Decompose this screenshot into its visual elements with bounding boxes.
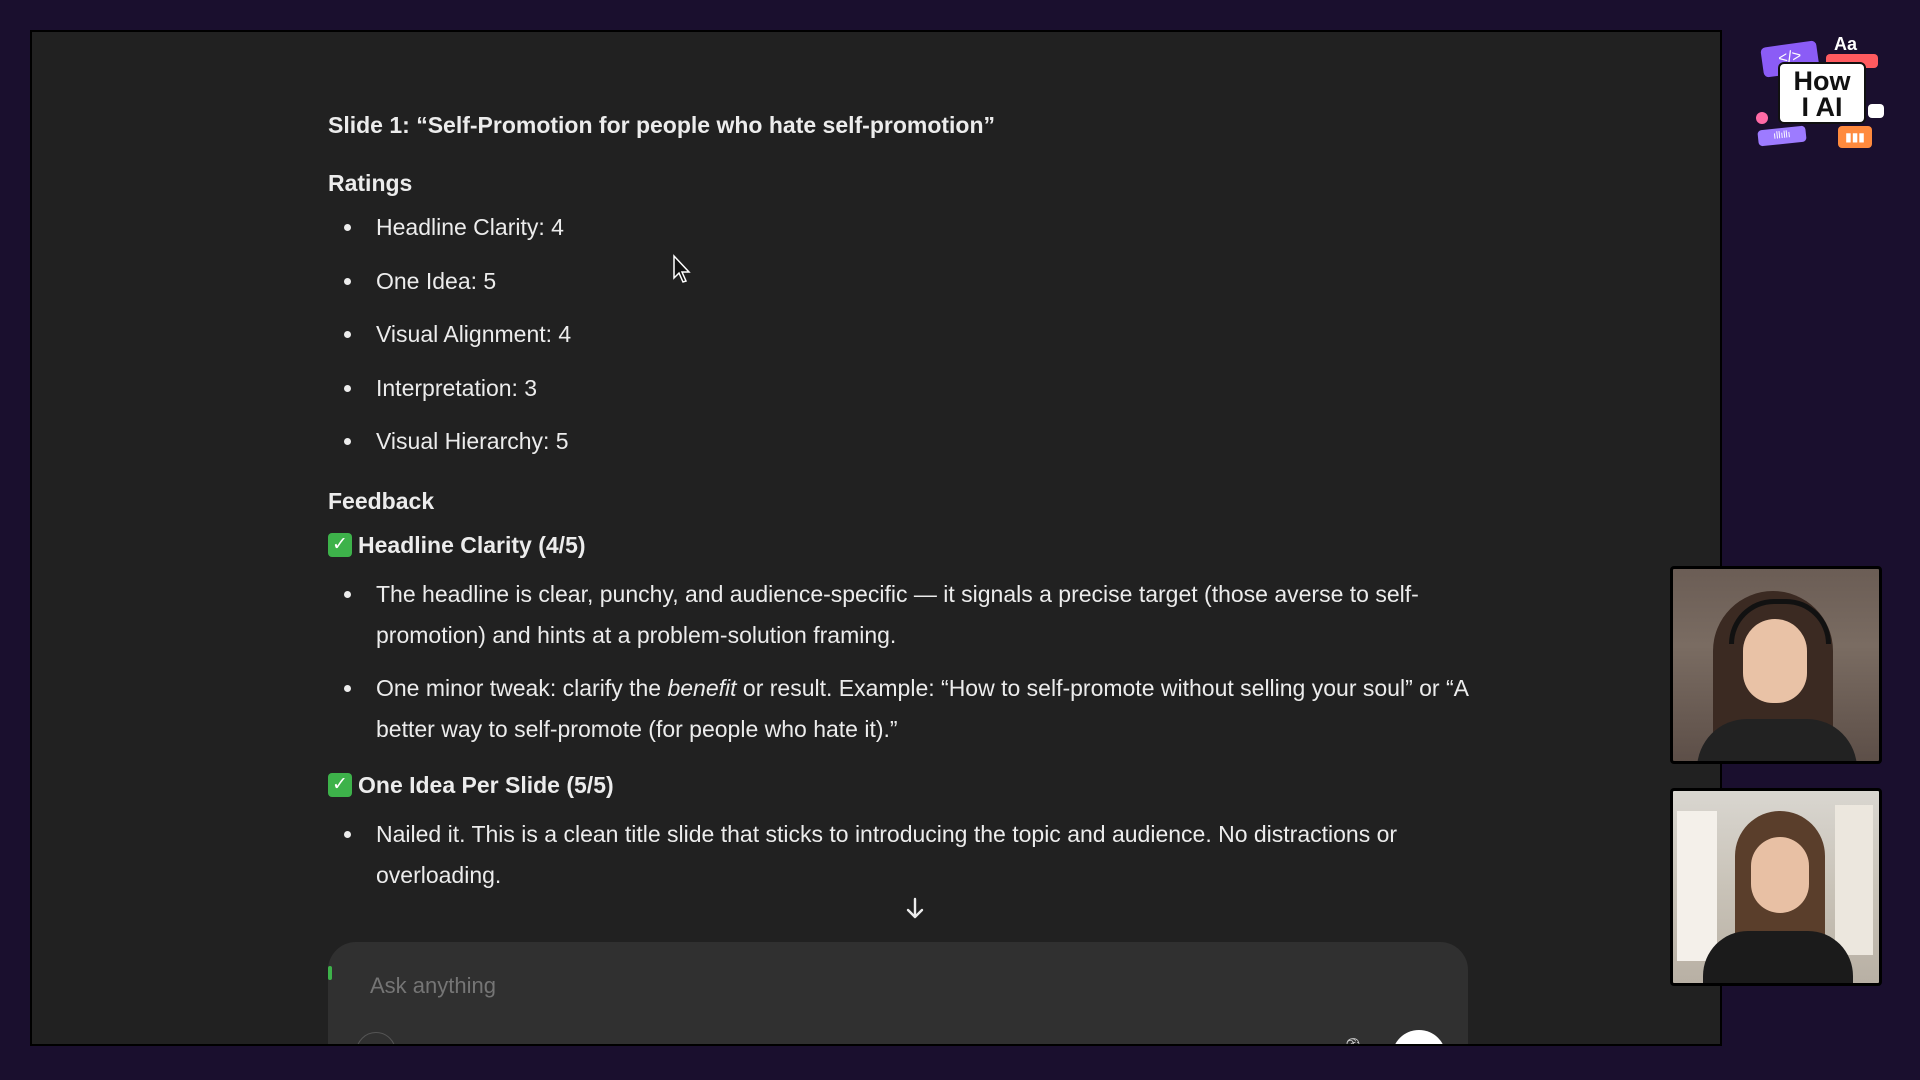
feedback-list: The headline is clear, punchy, and audie… <box>328 574 1518 750</box>
logo-title-card: How I AI <box>1778 62 1866 124</box>
feedback-section-title: ✓ One Idea Per Slide (5/5) <box>328 770 1518 800</box>
feedback-emphasis: benefit <box>667 675 737 701</box>
feedback-list: Nailed it. This is a clean title slide t… <box>328 814 1518 896</box>
bullet-icon <box>344 438 351 445</box>
list-item: Visual Hierarchy: 5 <box>328 426 1518 456</box>
chat-bubble-icon <box>1868 104 1884 118</box>
bookshelf <box>1677 811 1717 961</box>
bar-chart-icon: ▮▮▮ <box>1838 126 1872 148</box>
arrow-down-icon <box>906 897 924 919</box>
plus-icon[interactable]: + <box>356 1032 396 1044</box>
list-item: Headline Clarity: 4 <box>328 212 1518 242</box>
participant-face <box>1751 837 1809 913</box>
bullet-icon <box>344 224 351 231</box>
bullet-icon <box>344 831 351 838</box>
check-mark-icon: ✓ <box>328 533 352 557</box>
bullet-icon <box>344 384 351 392</box>
bullet-icon <box>344 685 351 692</box>
rating-text: One Idea: 5 <box>376 267 497 294</box>
feedback-section-title: ✓ Headline Clarity (4/5) <box>328 530 1518 560</box>
ratings-heading: Ratings <box>328 170 413 196</box>
chat-composer: + 🎙 <box>328 942 1468 1046</box>
bullet-icon <box>344 591 351 598</box>
list-item: Nailed it. This is a clean title slide t… <box>328 814 1518 896</box>
participant-video-1 <box>1670 566 1882 764</box>
feedback-text: Nailed it. This is a clean title slide t… <box>376 821 1398 888</box>
bookshelf <box>1835 805 1873 955</box>
list-item: Interpretation: 3 <box>328 373 1518 403</box>
rating-text: Headline Clarity: 4 <box>376 214 564 240</box>
microphone-icon[interactable]: 🎙 <box>1338 1034 1370 1044</box>
participant-body <box>1697 719 1857 761</box>
bullet-icon <box>344 277 351 285</box>
logo-dot <box>1756 112 1768 124</box>
slide-heading: Slide 1: “Self-Promotion for people who … <box>328 112 996 138</box>
feedback-text: The headline is clear, punchy, and audie… <box>376 581 1419 648</box>
participant-body <box>1703 931 1853 983</box>
list-item: Visual Alignment: 4 <box>328 319 1518 349</box>
logo-title-line1: How <box>1793 66 1851 96</box>
scroll-down-button[interactable] <box>898 892 932 926</box>
chat-screen: Slide 1: “Self-Promotion for people who … <box>30 30 1722 1046</box>
composer-accent <box>328 966 332 980</box>
section-title-text: One Idea Per Slide (5/5) <box>358 772 614 798</box>
rating-text: Visual Hierarchy: 5 <box>376 428 569 454</box>
list-item: One minor tweak: clarify the benefit or … <box>328 668 1518 750</box>
list-item: The headline is clear, punchy, and audie… <box>328 574 1518 656</box>
rating-text: Interpretation: 3 <box>376 374 538 401</box>
assistant-message: Slide 1: “Self-Promotion for people who … <box>328 110 1518 916</box>
check-mark-icon: ✓ <box>328 773 352 797</box>
voice-send-icon <box>1406 1044 1432 1046</box>
logo-title-line2: I AI <box>1801 92 1843 122</box>
voice-send-button[interactable] <box>1392 1030 1446 1046</box>
list-item: One Idea: 5 <box>328 266 1518 296</box>
bullet-icon <box>344 331 351 338</box>
feedback-heading: Feedback <box>328 488 435 514</box>
participant-video-2 <box>1670 788 1882 986</box>
mouse-cursor-icon <box>673 254 691 283</box>
how-i-ai-logo: Aa </> How I AI ıllıllı ▮▮▮ <box>1756 34 1886 152</box>
section-title-text: Headline Clarity (4/5) <box>358 532 586 558</box>
feedback-text: One minor tweak: clarify the <box>376 675 668 701</box>
ratings-list: Headline Clarity: 4 One Idea: 5 Visual A… <box>328 212 1518 456</box>
logo-aa: Aa <box>1834 34 1858 54</box>
rating-text: Visual Alignment: 4 <box>376 321 572 347</box>
message-input[interactable] <box>368 972 660 1000</box>
logo-waveform-strip: ıllıllı <box>1757 125 1807 147</box>
